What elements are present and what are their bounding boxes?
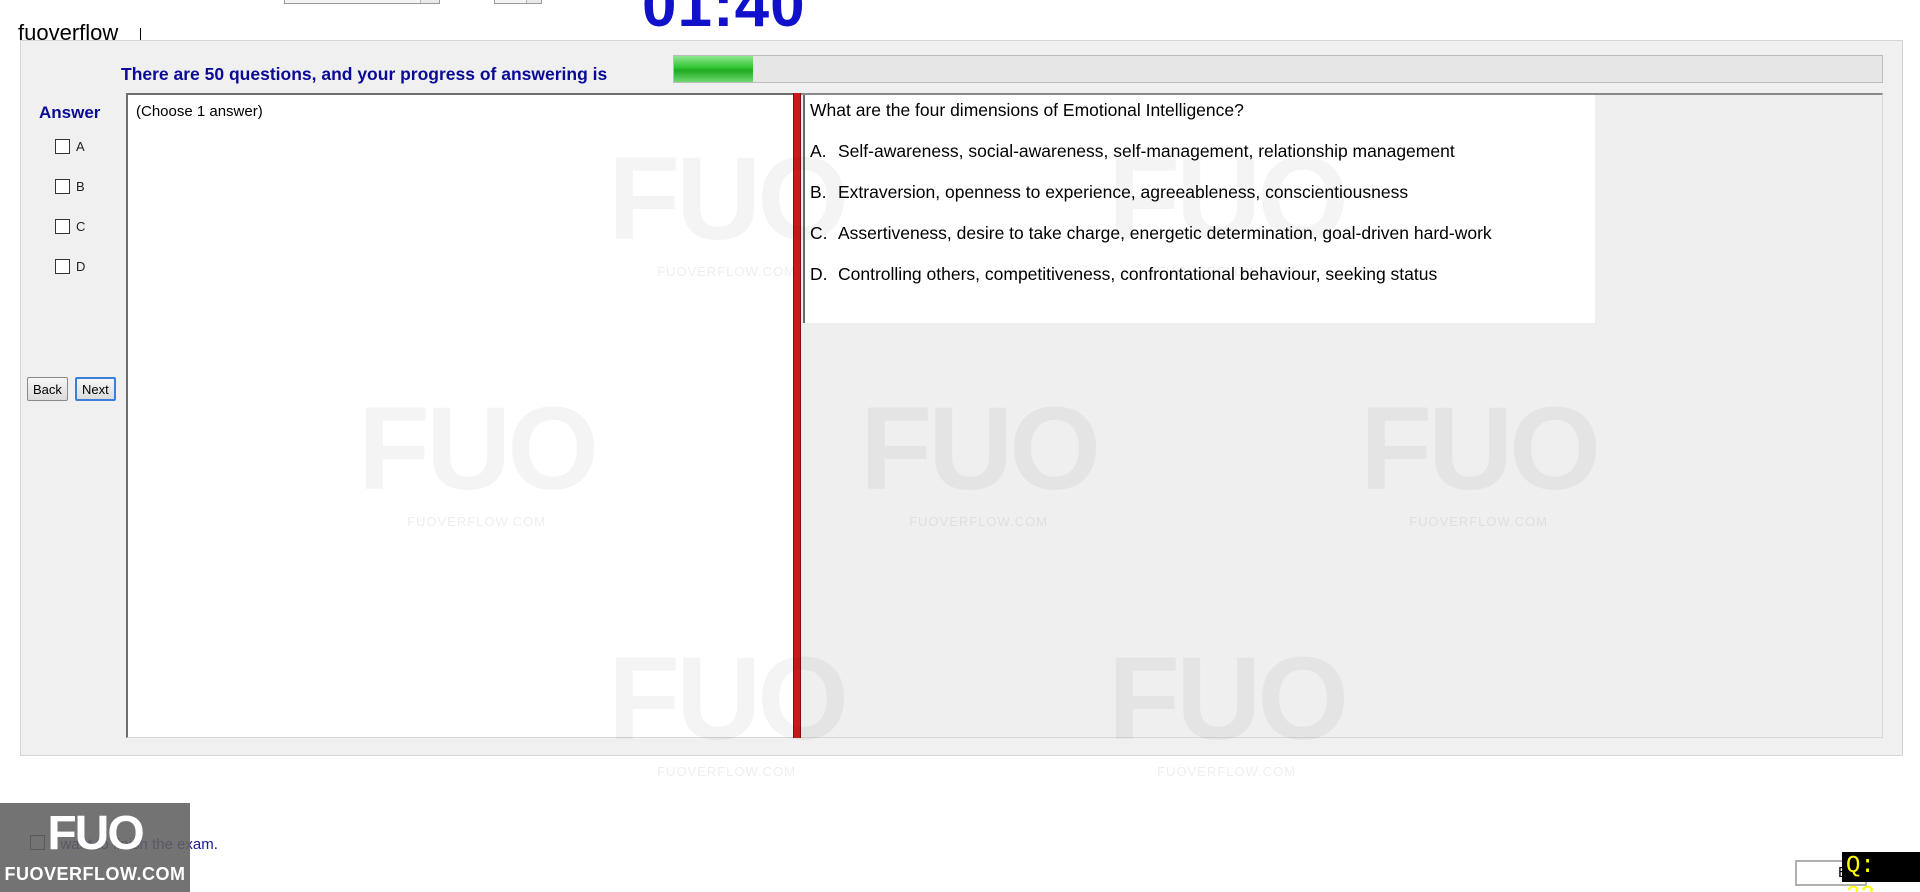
choice-text-a: Self-awareness, social-awareness, self-m…	[838, 141, 1455, 161]
choice-a: A. Self-awareness, social-awareness, self…	[810, 141, 1455, 162]
answer-box[interactable]: (Choose 1 answer)	[126, 93, 798, 738]
choice-letter-d: D.	[810, 264, 828, 284]
panel-splitter[interactable]	[793, 93, 801, 738]
answer-option-b[interactable]: B	[55, 179, 85, 194]
option-label-c: C	[76, 219, 86, 234]
choice-text-b: Extraversion, openness to experience, ag…	[838, 182, 1409, 202]
answer-hint: (Choose 1 answer)	[136, 103, 263, 120]
brand-logo: FUO	[47, 807, 144, 860]
progress-bar	[673, 55, 1883, 83]
choice-text-c: Assertiveness, desire to take charge, en…	[838, 223, 1492, 243]
top-small-control[interactable]	[494, 0, 542, 4]
checkbox-d[interactable]	[55, 259, 70, 274]
answer-option-c[interactable]: C	[55, 219, 85, 234]
question-counter: Q: 32	[1842, 852, 1920, 892]
choice-letter-b: B.	[810, 182, 827, 202]
watermark-url: FUOVERFLOW.COM	[657, 764, 797, 779]
answer-option-a[interactable]: A	[55, 139, 85, 154]
checkbox-b[interactable]	[55, 179, 70, 194]
question-card: What are the four dimensions of Emotiona…	[803, 95, 1595, 323]
choice-c: C. Assertiveness, desire to take charge, …	[810, 223, 1492, 244]
choice-d: D. Controlling others, competitiveness, c…	[810, 264, 1437, 285]
checkbox-a[interactable]	[55, 139, 70, 154]
choice-b: B. Extraversion, openness to experience, …	[810, 182, 1408, 203]
progress-label: There are 50 questions, and your progres…	[121, 64, 608, 84]
answer-heading: Answer	[39, 103, 101, 122]
brand-url: FUOVERFLOW.COM	[4, 864, 186, 884]
checkbox-c[interactable]	[55, 219, 70, 234]
choice-text-d: Controlling others, competitiveness, con…	[838, 264, 1438, 284]
watermark-url: FUOVERFLOW.COM	[1157, 764, 1297, 779]
choice-letter-a: A.	[810, 141, 827, 161]
back-button[interactable]: Back	[27, 377, 68, 401]
option-label-b: B	[76, 179, 85, 194]
brand-badge: FUO FUOVERFLOW.COM	[0, 803, 190, 892]
choice-letter-c: C.	[810, 223, 828, 243]
next-button[interactable]: Next	[75, 377, 116, 401]
question-text: What are the four dimensions of Emotiona…	[810, 100, 1244, 120]
question-area: What are the four dimensions of Emotiona…	[801, 93, 1883, 738]
option-label-a: A	[76, 139, 85, 154]
progress-bar-fill	[674, 56, 753, 82]
countdown-timer: 01:40	[642, 0, 806, 40]
answer-option-d[interactable]: D	[55, 259, 85, 274]
top-dropdown[interactable]	[284, 0, 440, 4]
exam-panel: There are 50 questions, and your progres…	[20, 40, 1903, 756]
option-label-d: D	[76, 259, 86, 274]
exam-window: fuoverflow 01:40 There are 50 questions,…	[0, 0, 1920, 892]
